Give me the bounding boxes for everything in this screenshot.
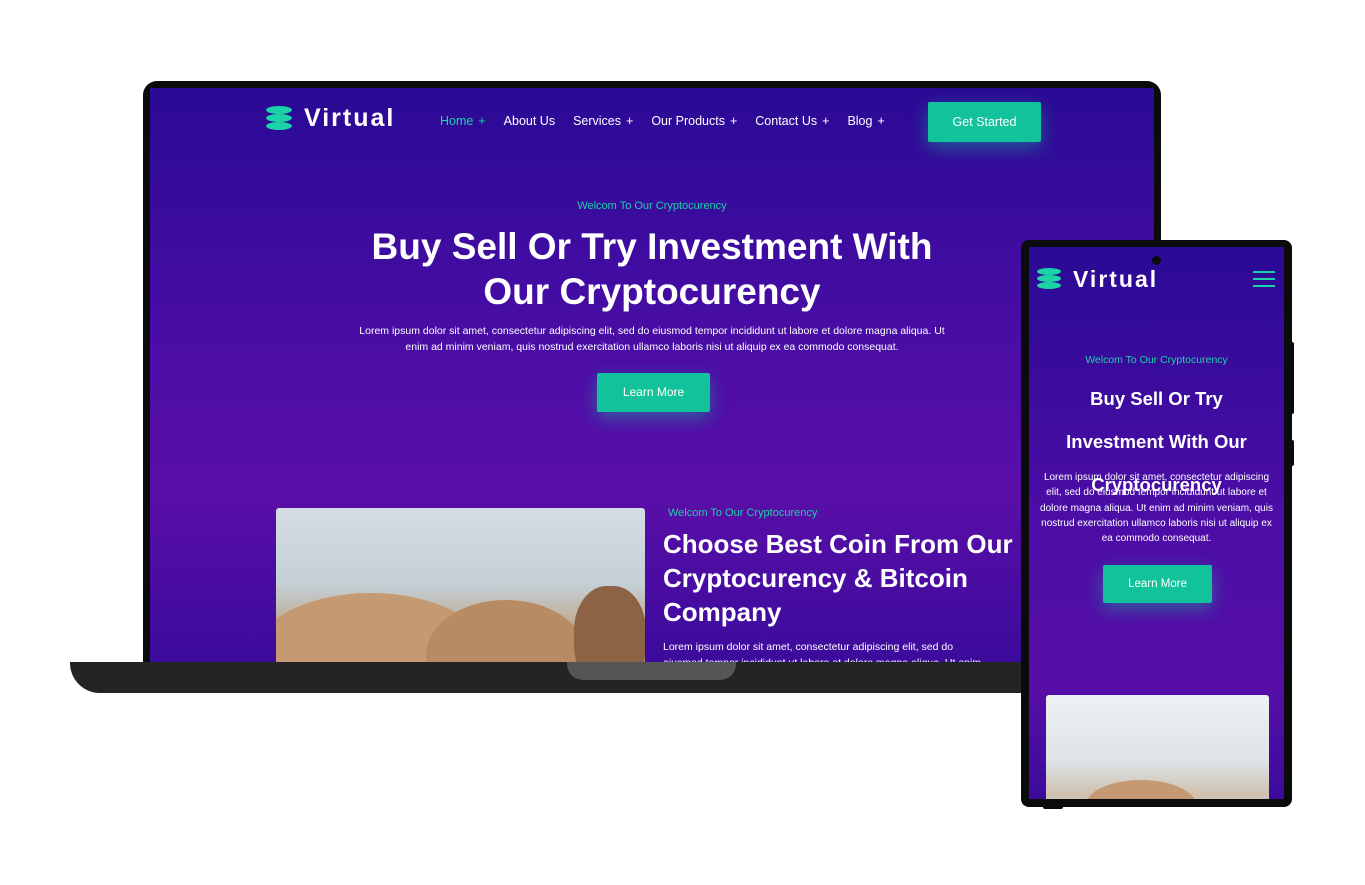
hero-eyebrow: Welcom To Our Cryptocurency <box>1085 354 1228 366</box>
section2-eyebrow: Welcom To Our Cryptocurency <box>668 507 818 519</box>
learn-more-button[interactable]: Learn More <box>1103 565 1212 603</box>
camera-icon <box>1152 256 1161 265</box>
nav-item-home[interactable]: Home + <box>440 114 486 128</box>
walrus-photo <box>276 508 645 662</box>
phone-pin <box>1043 800 1063 809</box>
hero-eyebrow: Welcom To Our Cryptocurency <box>577 200 727 212</box>
phone-screen: Virtual Welcom To Our Cryptocurency Buy … <box>1029 247 1284 799</box>
coin-stack-icon <box>266 105 294 132</box>
hero-paragraph: Lorem ipsum dolor sit amet, consectetur … <box>1040 472 1273 545</box>
plus-icon: + <box>877 114 885 128</box>
phone-side-button <box>1290 342 1294 414</box>
section2-paragraph: Lorem ipsum dolor sit amet, consectetur … <box>663 641 981 662</box>
plus-icon: + <box>626 114 634 128</box>
hero-title: Buy Sell Or Try Investment With Our Cryp… <box>371 226 933 312</box>
logo[interactable]: Virtual <box>1037 266 1158 293</box>
hero-paragraph: Lorem ipsum dolor sit amet, consectetur … <box>359 325 945 353</box>
plus-icon: + <box>729 114 738 128</box>
phone-side-button <box>1290 440 1294 466</box>
logo-text: Virtual <box>1073 266 1159 292</box>
plus-icon: + <box>478 114 486 128</box>
hamburger-menu-icon[interactable] <box>1253 271 1275 287</box>
main-nav: Home + About Us Services + Our Products + C… <box>440 114 885 128</box>
laptop-notch <box>567 662 736 680</box>
nav-item-about-us[interactable]: About Us <box>504 114 555 128</box>
laptop-screen: Virtual Home + About Us Services + Our Pro… <box>150 88 1154 662</box>
logo-text: Virtual <box>304 104 396 132</box>
learn-more-button[interactable]: Learn More <box>597 373 710 412</box>
section2-title: Choose Best Coin From Our Cryptocurency … <box>663 529 1013 627</box>
nav-item-blog[interactable]: Blog + <box>847 114 884 128</box>
coin-stack-icon <box>1037 267 1063 292</box>
plus-icon: + <box>822 114 830 128</box>
nav-item-contact-us[interactable]: Contact Us + <box>755 114 829 128</box>
logo[interactable]: Virtual <box>266 104 395 133</box>
nav-item-our-products[interactable]: Our Products + <box>651 114 737 128</box>
nav-item-services[interactable]: Services + <box>573 114 633 128</box>
get-started-button[interactable]: Get Started <box>928 102 1041 142</box>
walrus-photo <box>1046 695 1269 799</box>
